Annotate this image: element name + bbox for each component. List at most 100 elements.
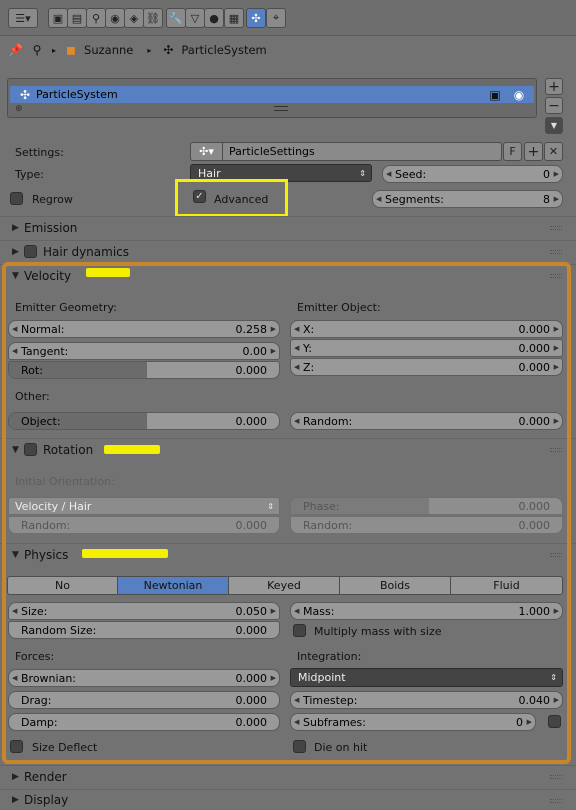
eye-visibility-icon[interactable]: ◉ <box>512 88 526 102</box>
settings-datablock[interactable]: ✣▾ ParticleSettings <box>190 142 502 161</box>
panel-grip-icon[interactable] <box>550 250 562 254</box>
decrement-arrow-icon[interactable]: ◀ <box>294 603 299 619</box>
settings-name: ParticleSettings <box>229 145 315 158</box>
decrement-arrow-icon[interactable]: ◀ <box>294 321 299 337</box>
pin-icon[interactable]: 📌 <box>8 43 23 57</box>
x-field[interactable]: ◀ X: 0.000 ▶ <box>290 320 563 338</box>
material-tab-icon[interactable]: ● <box>204 8 224 28</box>
object-tab-icon[interactable]: ◈ <box>124 8 144 28</box>
seed-field[interactable]: ◀ Seed: 0 ▶ <box>382 165 563 183</box>
new-settings-icon[interactable]: + <box>524 142 543 161</box>
increment-arrow-icon[interactable]: ▶ <box>554 359 559 375</box>
increment-arrow-icon[interactable]: ▶ <box>271 670 276 686</box>
list-filter-icon[interactable]: ⊕ <box>15 104 23 114</box>
increment-arrow-icon[interactable]: ▶ <box>271 321 276 337</box>
increment-arrow-icon[interactable]: ▶ <box>271 343 276 359</box>
y-label: Y: <box>303 341 312 355</box>
hair-dynamics-panel-header[interactable]: ▶ Hair dynamics <box>0 240 576 262</box>
object-slider[interactable]: Object: 0.000 <box>8 412 280 430</box>
increment-arrow-icon[interactable]: ▶ <box>554 692 559 708</box>
drag-slider[interactable]: Drag: 0.000 <box>8 691 280 709</box>
mass-value: 1.000 <box>518 604 551 618</box>
add-slot-button[interactable]: + <box>545 78 563 95</box>
rot-slider[interactable]: Rot: 0.000 <box>8 361 280 379</box>
decrement-arrow-icon[interactable]: ◀ <box>294 714 299 730</box>
editor-type-menu-icon[interactable]: ☰▾ <box>8 8 38 28</box>
subframes-field[interactable]: ◀ Subframes: 0 ▶ <box>290 713 536 731</box>
decrement-arrow-icon[interactable]: ◀ <box>294 413 299 429</box>
regrow-checkbox[interactable] <box>10 192 23 205</box>
render-panel-header[interactable]: ▶ Render <box>0 765 576 787</box>
phase-random-field[interactable]: Random: 0.000 <box>290 516 563 534</box>
panel-grip-icon[interactable] <box>550 775 562 779</box>
remove-slot-button[interactable]: − <box>545 97 563 114</box>
particles-browse-icon[interactable]: ✣▾ <box>191 143 223 160</box>
texture-tab-icon[interactable]: ▦ <box>224 8 244 28</box>
render-layers-tab-icon[interactable]: ▤ <box>67 8 87 28</box>
scene-tab-icon[interactable]: ⚲ <box>86 8 106 28</box>
display-panel-header[interactable]: ▶ Display <box>0 789 576 810</box>
world-tab-icon[interactable]: ◉ <box>105 8 125 28</box>
normal-field[interactable]: ◀ Normal: 0.258 ▶ <box>8 320 280 338</box>
physics-tab-icon[interactable]: ⌖ <box>266 8 286 28</box>
advanced-label: Advanced <box>214 193 269 206</box>
segments-field[interactable]: ◀ Segments: 8 ▶ <box>372 190 563 208</box>
decrement-arrow-icon[interactable]: ◀ <box>294 359 299 375</box>
increment-arrow-icon[interactable]: ▶ <box>554 603 559 619</box>
phase-label: Phase: <box>303 499 340 513</box>
tangent-label: Tangent: <box>21 344 69 358</box>
constraints-tab-icon[interactable]: ⛓ <box>143 8 163 28</box>
particles-tab-icon[interactable]: ✣ <box>246 8 266 28</box>
rot-label: Rot: <box>21 363 43 377</box>
tangent-field[interactable]: ◀ Tangent: 0.00 ▶ <box>8 342 280 360</box>
emission-panel-header[interactable]: ▶ Emission <box>0 216 576 238</box>
mass-field[interactable]: ◀ Mass: 1.000 ▶ <box>290 602 563 620</box>
modifiers-tab-icon[interactable]: 🔧 <box>166 8 186 28</box>
decrement-arrow-icon[interactable]: ◀ <box>376 191 381 207</box>
size-field[interactable]: ◀ Size: 0.050 ▶ <box>8 602 280 620</box>
decrement-arrow-icon[interactable]: ◀ <box>12 603 17 619</box>
damp-slider[interactable]: Damp: 0.000 <box>8 713 280 731</box>
decrement-arrow-icon[interactable]: ◀ <box>294 692 299 708</box>
rotation-random-field[interactable]: Random: 0.000 <box>8 516 280 534</box>
brownian-field[interactable]: ◀ Brownian: 0.000 ▶ <box>8 669 280 687</box>
collapsed-triangle-icon: ▶ <box>12 246 19 257</box>
increment-arrow-icon[interactable]: ▶ <box>271 603 276 619</box>
random-size-value: 0.000 <box>235 623 268 637</box>
data-tab-icon[interactable]: ▽ <box>185 8 205 28</box>
advanced-checkbox[interactable]: ✓ <box>193 190 206 203</box>
random-field[interactable]: ◀ Random: 0.000 ▶ <box>290 412 563 430</box>
decrement-arrow-icon[interactable]: ◀ <box>12 343 17 359</box>
render-tab-icon[interactable]: ▣ <box>48 8 68 28</box>
breadcrumb-particles[interactable]: ParticleSystem <box>181 43 266 57</box>
decrement-arrow-icon[interactable]: ◀ <box>294 340 299 356</box>
rotation-random-value: 0.000 <box>235 518 268 532</box>
z-field[interactable]: ◀ Z: 0.000 ▶ <box>290 358 563 376</box>
increment-arrow-icon[interactable]: ▶ <box>554 340 559 356</box>
decrement-arrow-icon[interactable]: ◀ <box>386 166 391 182</box>
hair-dynamics-checkbox[interactable] <box>24 245 37 258</box>
list-resize-handle[interactable] <box>274 106 288 111</box>
increment-arrow-icon[interactable]: ▶ <box>554 321 559 337</box>
decrement-arrow-icon[interactable]: ◀ <box>12 321 17 337</box>
panel-grip-icon[interactable] <box>550 799 562 803</box>
camera-render-icon[interactable]: ▣ <box>488 88 502 102</box>
random-size-slider[interactable]: Random Size: 0.000 <box>8 621 280 639</box>
list-specials-button[interactable]: ▼ <box>545 117 563 134</box>
timestep-field[interactable]: ◀ Timestep: 0.040 ▶ <box>290 691 563 709</box>
increment-arrow-icon[interactable]: ▶ <box>554 166 559 182</box>
panel-grip-icon[interactable] <box>550 226 562 230</box>
breadcrumb-object[interactable]: Suzanne <box>84 43 133 57</box>
increment-arrow-icon[interactable]: ▶ <box>554 413 559 429</box>
y-field[interactable]: ◀ Y: 0.000 ▶ <box>290 339 563 357</box>
type-label: Type: <box>15 168 44 181</box>
increment-arrow-icon[interactable]: ▶ <box>527 714 532 730</box>
fake-user-button[interactable]: F <box>503 142 522 161</box>
phase-field[interactable]: Phase: 0.000 <box>290 497 563 515</box>
particle-system-list-item[interactable]: ✣ ParticleSystem ▣ ◉ <box>10 86 534 103</box>
unlink-settings-icon[interactable]: ✕ <box>544 142 563 161</box>
size-value: 0.050 <box>235 604 268 618</box>
increment-arrow-icon[interactable]: ▶ <box>554 191 559 207</box>
decrement-arrow-icon[interactable]: ◀ <box>12 670 17 686</box>
settings-label: Settings: <box>15 146 64 159</box>
